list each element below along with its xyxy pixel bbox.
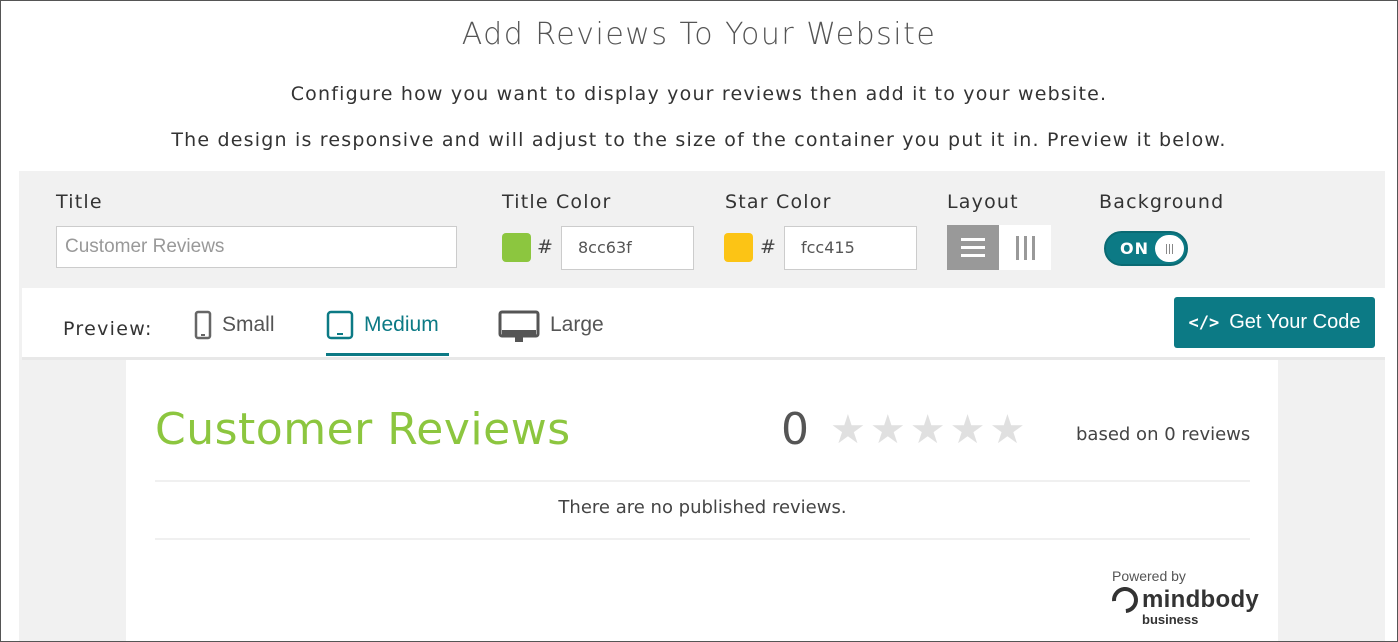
layout-columns-button[interactable] bbox=[999, 225, 1051, 270]
desktop-icon bbox=[498, 310, 540, 342]
tab-medium[interactable]: Medium bbox=[326, 310, 449, 356]
tab-small[interactable]: Small bbox=[194, 310, 275, 356]
brand-name: mindbody bbox=[1142, 586, 1260, 613]
toggle-state-text: ON bbox=[1120, 239, 1149, 258]
toggle-knob[interactable] bbox=[1155, 235, 1184, 262]
title-color-input[interactable]: 8cc63f bbox=[561, 226, 694, 270]
subtitle-configure: Configure how you want to display your r… bbox=[290, 83, 1108, 105]
star-color-input[interactable]: fcc415 bbox=[784, 226, 917, 270]
page-title: Add Reviews To Your Website bbox=[461, 17, 937, 52]
review-widget-preview: Customer Reviews 0 ★ ★ ★ ★ ★ based on 0 revi… bbox=[126, 360, 1278, 641]
star-color-hash: # bbox=[760, 236, 776, 258]
tab-small-label: Small bbox=[222, 313, 275, 336]
review-score: 0 bbox=[781, 404, 809, 455]
columns-layout-icon bbox=[1015, 235, 1035, 260]
tab-medium-label: Medium bbox=[364, 313, 439, 336]
star-icon: ★ bbox=[909, 407, 946, 453]
list-layout-icon bbox=[961, 238, 985, 257]
title-color-swatch[interactable] bbox=[502, 233, 531, 262]
get-code-button[interactable]: </> Get Your Code bbox=[1174, 297, 1375, 348]
star-rating: ★ ★ ★ ★ ★ bbox=[830, 410, 1025, 450]
layout-list-button[interactable] bbox=[947, 225, 999, 270]
app-frame: Add Reviews To Your Website Configure ho… bbox=[0, 0, 1398, 642]
empty-reviews-message: There are no published reviews. bbox=[558, 497, 847, 518]
get-code-label: Get Your Code bbox=[1229, 311, 1361, 333]
tab-large[interactable]: Large bbox=[498, 310, 604, 356]
preview-label: Preview: bbox=[63, 318, 153, 340]
divider-bottom bbox=[155, 538, 1250, 540]
star-icon: ★ bbox=[869, 407, 906, 453]
divider-top bbox=[155, 480, 1250, 482]
brand-sub: business bbox=[1142, 612, 1199, 627]
subtitle-responsive: The design is responsive and will adjust… bbox=[171, 129, 1227, 151]
mindbody-logo: mindbody bbox=[1106, 581, 1260, 619]
title-color-label: Title Color bbox=[502, 191, 612, 213]
mindbody-logo-icon bbox=[1106, 581, 1144, 619]
star-icon: ★ bbox=[949, 407, 986, 453]
tablet-icon bbox=[326, 310, 354, 340]
phone-icon bbox=[194, 310, 212, 340]
code-icon: </> bbox=[1188, 312, 1220, 333]
config-panel: Title Customer Reviews Title Color # 8cc… bbox=[19, 171, 1385, 641]
star-icon: ★ bbox=[830, 407, 866, 453]
background-toggle[interactable]: ON bbox=[1104, 231, 1188, 266]
star-icon: ★ bbox=[989, 407, 1026, 453]
star-color-swatch[interactable] bbox=[724, 233, 753, 262]
powered-by-text: Powered by bbox=[1112, 568, 1186, 584]
title-color-hash: # bbox=[537, 236, 553, 258]
review-count-text: based on 0 reviews bbox=[1076, 424, 1251, 445]
title-input[interactable]: Customer Reviews bbox=[56, 226, 457, 268]
layout-label: Layout bbox=[947, 191, 1019, 213]
title-label: Title bbox=[56, 191, 103, 213]
widget-title: Customer Reviews bbox=[155, 404, 571, 455]
background-label: Background bbox=[1099, 191, 1225, 213]
preview-bar: Preview: Small Medium Large </> Get Your… bbox=[22, 288, 1385, 357]
star-color-label: Star Color bbox=[725, 191, 832, 213]
tab-large-label: Large bbox=[550, 313, 604, 336]
